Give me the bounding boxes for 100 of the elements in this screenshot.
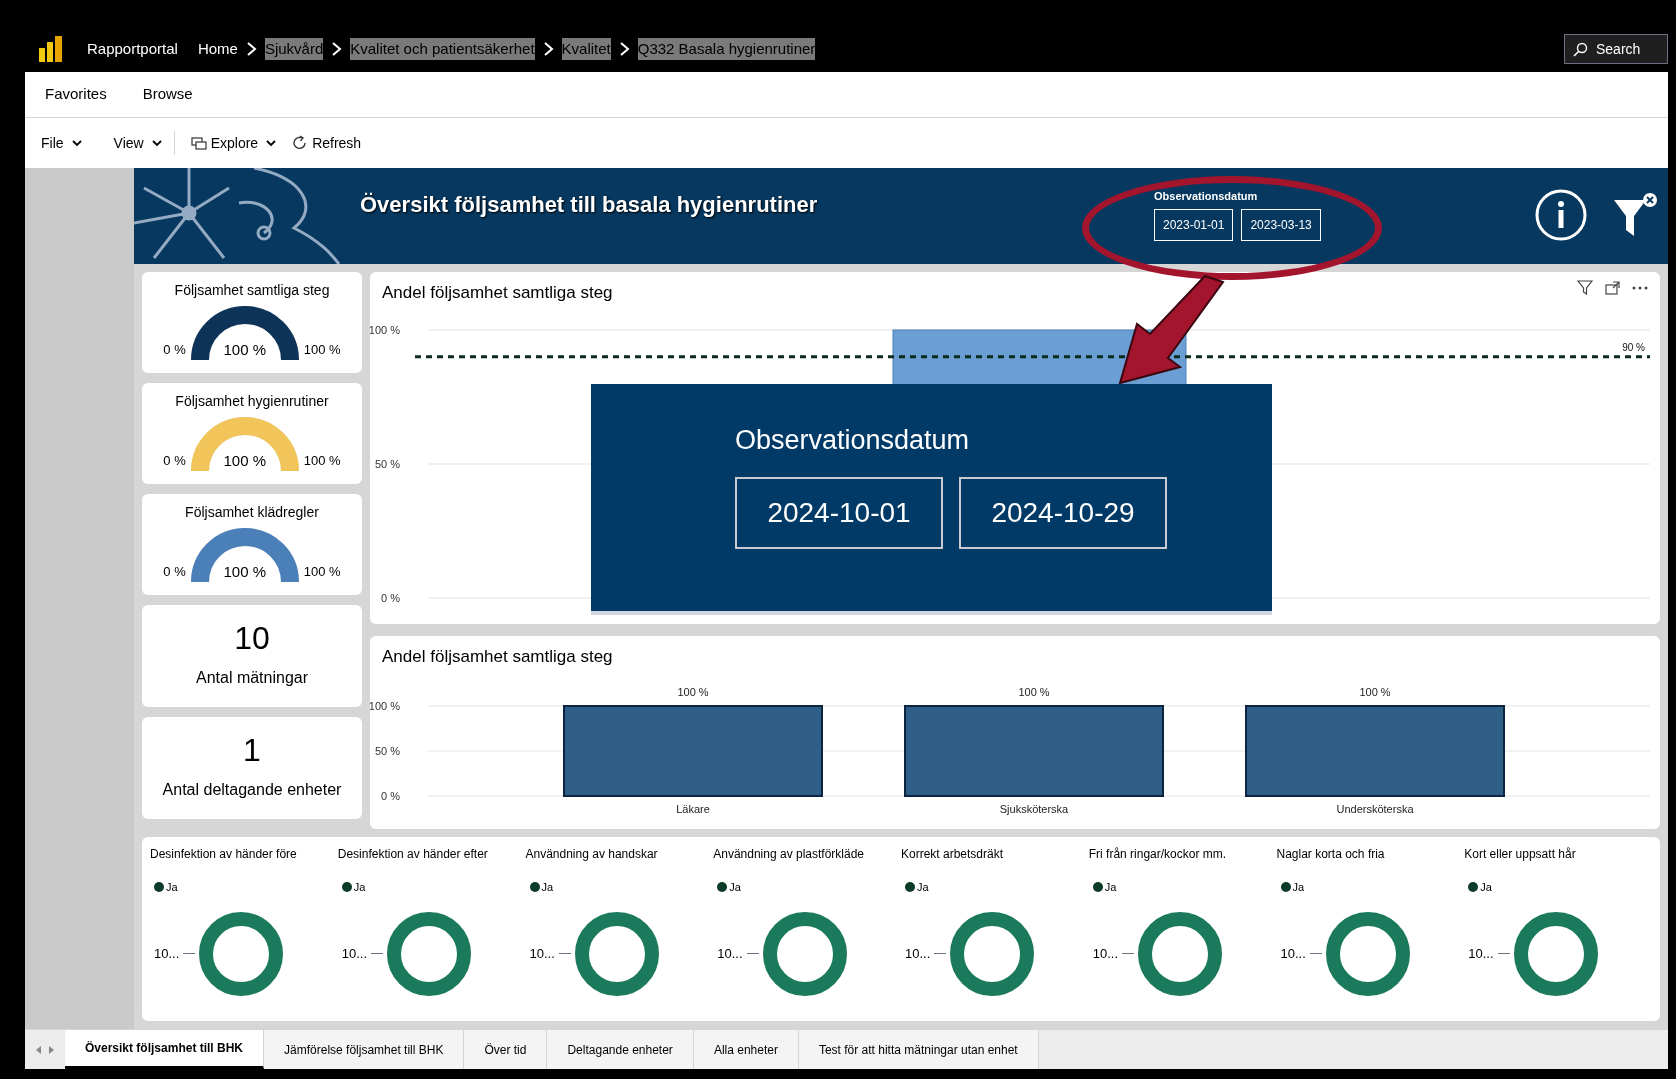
legend-label: Ja (729, 880, 741, 895)
donut-label: 10... (1468, 944, 1494, 963)
chevron-down-icon (151, 139, 162, 147)
donut-label: 10... (154, 944, 180, 963)
page-tab[interactable]: Över tid (464, 1030, 548, 1069)
page-tab[interactable]: Deltagande enheter (547, 1030, 694, 1069)
breadcrumb-link[interactable]: Kvalitet och patientsäkerhet (350, 37, 535, 61)
kpi-value: 1 (243, 734, 261, 766)
donut-title: Kort eller uppsatt hår (1464, 846, 1577, 863)
kpi-value: 10 (234, 622, 270, 654)
donut-title: Naglar korta och fria (1276, 846, 1386, 863)
nav-link[interactable]: Browse (142, 83, 193, 106)
windows-icon (190, 135, 207, 151)
axis-label: 100 % (370, 699, 400, 712)
page-tab[interactable]: Jämförelse följsamhet till BHK (264, 1030, 465, 1069)
kpi-label: Antal mätningar (195, 668, 309, 688)
legend-dot (905, 882, 915, 893)
donut-label: 10... (717, 944, 743, 963)
chevron-icon (331, 41, 343, 57)
filter-icon[interactable] (1577, 280, 1593, 295)
breadcrumb-link[interactable]: Q332 Basala hygienrutiner (637, 37, 816, 61)
menu-button[interactable]: View (113, 132, 162, 154)
breadcrumb-link[interactable]: Home (197, 37, 238, 61)
chevron-icon (618, 41, 630, 57)
date-field[interactable]: 2024-10-29 (959, 476, 1167, 549)
donut-label: 10... (1280, 944, 1306, 963)
legend-dot (1092, 882, 1103, 893)
focus-mode-icon[interactable] (1605, 280, 1620, 295)
chevron-down-icon (266, 139, 277, 147)
search-icon (1573, 41, 1588, 57)
legend-label: Ja (353, 880, 366, 895)
app-title[interactable]: Rapportportal (87, 37, 178, 61)
chevron-icon (542, 41, 554, 57)
gauge-value: 100 % (222, 450, 268, 471)
legend-label: Ja (917, 880, 929, 895)
kpi-label: Antal deltagande enheter (162, 780, 342, 800)
gauge-title: Följsamhet klädregler (185, 503, 319, 522)
value-label: 100 % (677, 685, 709, 698)
date-field[interactable]: 2023-01-01 (1154, 208, 1234, 241)
target-label: 90 % (1622, 341, 1645, 353)
legend-dot (1468, 882, 1479, 893)
donut-title: Desinfektion av händer efter (337, 846, 489, 863)
more-options-icon[interactable] (1632, 284, 1648, 291)
legend-label: Ja (1292, 880, 1305, 895)
donut-title: Desinfektion av händer före (150, 846, 298, 863)
donut-title: Fri från ringar/kockor mm. (1088, 846, 1228, 863)
slicer-label: Observationsdatum (1154, 189, 1259, 204)
gauge-title: Följsamhet hygienrutiner (175, 392, 329, 411)
gauge-min: 0 % (163, 451, 186, 470)
breadcrumb-link[interactable]: Kvalitet (561, 37, 611, 61)
page-tab[interactable]: Test för att hitta mätningar utan enhet (798, 1030, 1039, 1069)
donut-title: Användning av plastförkläde (713, 846, 866, 863)
gauge-value: 100 % (222, 561, 268, 582)
page-tab[interactable]: Översikt följsamhet till BHK (65, 1030, 265, 1069)
menu-button[interactable]: File (41, 132, 82, 154)
axis-label: 0 % (381, 591, 400, 604)
explore-button[interactable]: Explore (190, 132, 277, 154)
chart-title: Andel följsamhet samtliga steg (382, 282, 613, 304)
donut-label: 10... (905, 944, 931, 963)
axis-label: 50 % (374, 744, 400, 757)
scroll-left-icon[interactable] (36, 1045, 41, 1054)
gauge-value: 100 % (222, 339, 268, 360)
legend-dot (341, 882, 352, 893)
chevron-down-icon (71, 139, 82, 147)
category-label: Läkare (676, 802, 710, 815)
donut-label: 10... (529, 944, 555, 963)
chart-title: Andel följsamhet samtliga steg (382, 646, 614, 668)
info-icon[interactable] (1534, 188, 1588, 242)
legend-label: Ja (541, 880, 554, 895)
gauge-min: 0 % (163, 340, 186, 359)
value-label: 100 % (1018, 685, 1050, 698)
refresh-button[interactable]: Refresh (292, 132, 362, 154)
axis-label: 0 % (381, 789, 400, 802)
gauge-max: 100 % (303, 562, 341, 581)
legend-dot (529, 882, 540, 893)
search-button[interactable]: Search (1564, 34, 1668, 64)
legend-dot (154, 882, 164, 893)
chevron-icon (245, 41, 257, 57)
report-title: Översikt följsamhet till basala hygienrutiner (360, 190, 818, 219)
donut-title: Korrekt arbetsdräkt (901, 846, 1005, 863)
refresh-icon (292, 135, 309, 151)
value-label: 100 % (1359, 685, 1391, 698)
gauge-max: 100 % (303, 451, 341, 470)
legend-label: Ja (1480, 880, 1492, 895)
page-tab[interactable]: Alla enheter (693, 1030, 799, 1069)
date-field[interactable]: 2023-03-13 (1241, 208, 1321, 241)
gauge-max: 100 % (303, 340, 341, 359)
legend-dot (1280, 882, 1291, 893)
category-label: Sjuksköterska (999, 802, 1069, 815)
donut-label: 10... (1092, 944, 1119, 963)
legend-dot (717, 882, 728, 893)
donut-title: Användning av handskar (525, 846, 659, 863)
legend-label: Ja (166, 880, 178, 895)
donut-label: 10... (341, 944, 368, 963)
clear-filter-icon[interactable] (1612, 192, 1658, 238)
gauge-title: Följsamhet samtliga steg (174, 281, 330, 300)
date-field[interactable]: 2024-10-01 (735, 476, 943, 549)
scroll-right-icon[interactable] (49, 1045, 54, 1054)
nav-link[interactable]: Favorites (45, 83, 107, 106)
breadcrumb-link[interactable]: Sjukvård (264, 37, 324, 61)
